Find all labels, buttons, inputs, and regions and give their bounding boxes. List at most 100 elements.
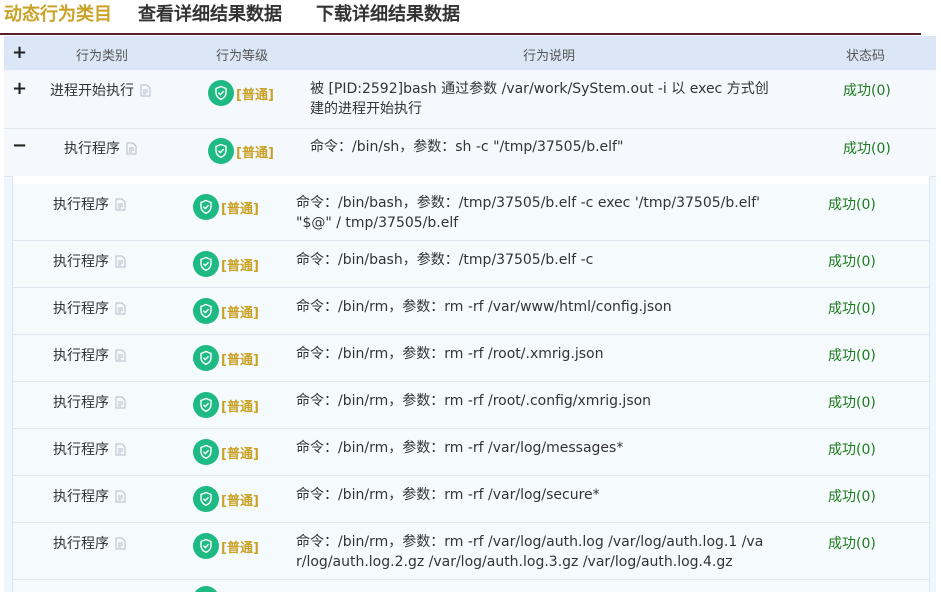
table-row: 执行程序 [普通] 命令：/bin/rm，参数：rm -rf /var/log/… [13, 429, 929, 476]
shield-check-icon [193, 439, 219, 465]
child-rows: 执行程序 [普通] 命令：/bin/bash，参数：/tmp/37505/b.e… [12, 176, 930, 592]
row-status: 成功(0) [828, 197, 876, 213]
row-category: 执行程序 [53, 486, 126, 506]
row-description: 命令：/bin/rm，参数：rm -rf /var/log/auth.log /… [296, 534, 764, 570]
document-icon[interactable] [115, 443, 126, 456]
level-label: [普通] [236, 145, 274, 161]
row-category-label: 执行程序 [53, 395, 109, 411]
shield-check-icon [193, 298, 219, 324]
row-level: [普通] [208, 138, 274, 164]
level-label: [普通] [221, 352, 259, 368]
row-category: 执行程序 [64, 138, 137, 158]
tab-download-detailed-results[interactable]: 下载详细结果数据 [316, 3, 460, 27]
table-row: 执行程序 [普通] 命令：/bin/bash，参数：/tmp/37505/b.e… [13, 241, 929, 288]
level-label: [普通] [221, 540, 259, 556]
table-row: 执行程序 [普通] 命令：/bin/rm，参数：rm -rf /var/log/… [13, 476, 929, 523]
row-level: [普通] [208, 80, 274, 106]
shield-check-icon [193, 486, 219, 512]
row-description: 命令：/bin/rm，参数：rm -rf /root/.config/xmrig… [296, 393, 652, 409]
table-row: − 执行程序 [普通] 命令：/bin/sh，参数：sh -c "/tmp/37… [4, 129, 936, 177]
table-row [13, 580, 929, 592]
document-icon[interactable] [115, 198, 126, 211]
row-category-label: 执行程序 [53, 489, 109, 505]
row-category-label: 执行程序 [53, 442, 109, 458]
shield-check-icon [193, 194, 219, 220]
row-status: 成功(0) [828, 489, 876, 505]
document-icon[interactable] [115, 349, 126, 362]
row-level: [普通] [193, 439, 259, 465]
expand-row-icon[interactable]: + [12, 80, 27, 98]
row-level: [普通] [193, 194, 259, 220]
row-description: 命令：/bin/bash，参数：/tmp/37505/b.elf -c [296, 252, 594, 268]
level-label: [普通] [221, 258, 259, 274]
row-status: 成功(0) [828, 254, 876, 270]
document-icon[interactable] [126, 142, 137, 155]
document-icon[interactable] [115, 537, 126, 550]
row-level: [普通] [193, 251, 259, 277]
shield-check-icon [193, 251, 219, 277]
row-category-label: 执行程序 [53, 254, 109, 270]
level-label: [普通] [221, 399, 259, 415]
row-description: 被 [PID:2592]bash 通过参数 /var/work/SyStem.o… [310, 81, 769, 117]
header-description: 行为说明 [523, 49, 576, 64]
row-status: 成功(0) [828, 442, 876, 458]
shield-check-icon [193, 533, 219, 559]
row-level [193, 586, 219, 592]
row-description: 命令：/bin/rm，参数：rm -rf /var/log/secure* [296, 487, 600, 503]
document-icon[interactable] [115, 255, 126, 268]
row-category: 执行程序 [53, 298, 126, 318]
row-category: 执行程序 [53, 194, 126, 214]
behavior-table: + 行为类别 行为等级 行为说明 状态码 + 进程开始执行 [普通] 被 [PI… [4, 36, 936, 592]
row-level: [普通] [193, 345, 259, 371]
header-level: 行为等级 [216, 49, 269, 64]
row-description: 命令：/bin/rm，参数：rm -rf /var/log/messages* [296, 440, 624, 456]
shield-check-icon [193, 345, 219, 371]
row-status: 成功(0) [828, 536, 876, 552]
shield-check-icon [208, 138, 234, 164]
table-row: 执行程序 [普通] 命令：/bin/rm，参数：rm -rf /root/.xm… [13, 335, 929, 382]
row-status: 成功(0) [843, 83, 891, 99]
row-description: 命令：/bin/rm，参数：rm -rf /root/.xmrig.json [296, 346, 604, 362]
expand-all-icon[interactable]: + [12, 44, 27, 62]
document-icon[interactable] [115, 490, 126, 503]
level-label: [普通] [236, 87, 274, 103]
document-icon[interactable] [140, 84, 151, 97]
row-status: 成功(0) [843, 141, 891, 157]
row-category: 进程开始执行 [50, 80, 151, 100]
tab-dynamic-behavior[interactable]: 动态行为类目 [4, 3, 112, 27]
table-row: 执行程序 [普通] 命令：/bin/rm，参数：rm -rf /var/log/… [13, 523, 929, 580]
table-row: 执行程序 [普通] 命令：/bin/rm，参数：rm -rf /root/.co… [13, 382, 929, 429]
document-icon[interactable] [115, 396, 126, 409]
collapse-row-icon[interactable]: − [12, 137, 27, 155]
row-category: 执行程序 [53, 392, 126, 412]
row-category-label: 执行程序 [53, 301, 109, 317]
row-category: 执行程序 [53, 345, 126, 365]
row-category: 执行程序 [53, 251, 126, 271]
header-status: 状态码 [846, 49, 886, 64]
row-category-label: 执行程序 [64, 141, 120, 157]
tab-view-detailed-results[interactable]: 查看详细结果数据 [138, 3, 282, 27]
row-status: 成功(0) [828, 301, 876, 317]
document-icon[interactable] [115, 302, 126, 315]
row-description: 命令：/bin/bash，参数：/tmp/37505/b.elf -c exec… [296, 195, 760, 231]
row-category-label: 执行程序 [53, 536, 109, 552]
row-status: 成功(0) [828, 348, 876, 364]
table-row: 执行程序 [普通] 命令：/bin/rm，参数：rm -rf /var/www/… [13, 288, 929, 335]
row-level: [普通] [193, 486, 259, 512]
row-level: [普通] [193, 533, 259, 559]
row-category-label: 执行程序 [53, 197, 109, 213]
row-category: 执行程序 [53, 533, 126, 553]
row-level: [普通] [193, 298, 259, 324]
header-category: 行为类别 [76, 49, 129, 64]
shield-check-icon [208, 80, 234, 106]
row-description: 命令：/bin/rm，参数：rm -rf /var/www/html/confi… [296, 299, 672, 315]
row-category: 执行程序 [53, 439, 126, 459]
tab-bar: 动态行为类目 查看详细结果数据 下载详细结果数据 [0, 0, 921, 35]
level-label: [普通] [221, 201, 259, 217]
shield-check-icon [193, 392, 219, 418]
row-level: [普通] [193, 392, 259, 418]
row-category-label: 进程开始执行 [50, 83, 134, 99]
table-row: + 进程开始执行 [普通] 被 [PID:2592]bash 通过参数 /var… [4, 71, 936, 129]
row-category-label: 执行程序 [53, 348, 109, 364]
table-row: 执行程序 [普通] 命令：/bin/bash，参数：/tmp/37505/b.e… [13, 184, 929, 241]
